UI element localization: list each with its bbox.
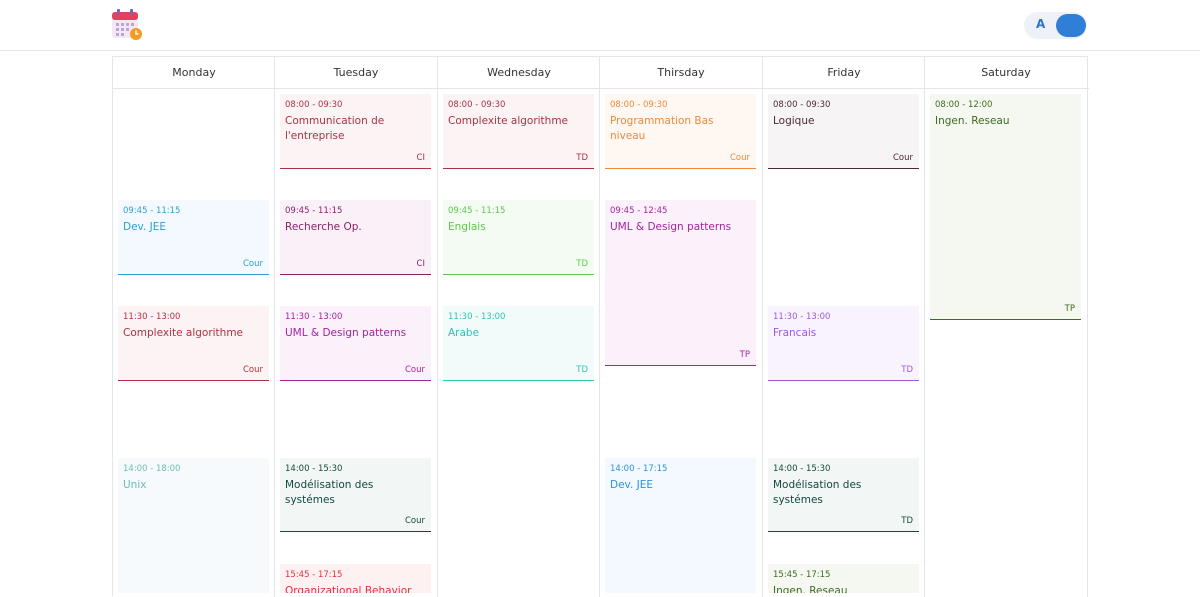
event-title: Ingen. Reseau bbox=[935, 115, 1010, 127]
language-toggle[interactable]: A bbox=[1024, 12, 1087, 39]
day-header: Monday bbox=[172, 66, 216, 79]
event-type-badge: TD bbox=[576, 364, 588, 375]
event-title: Programmation Bas niveau bbox=[610, 115, 714, 142]
event-time: 08:00 - 09:30 bbox=[285, 100, 343, 110]
event-time: 14:00 - 15:30 bbox=[773, 463, 831, 474]
event-title: Recherche Op. bbox=[285, 221, 362, 234]
event-type-badge: Cour bbox=[729, 152, 750, 163]
event-card[interactable]: 14:00 - 15:30 Modélisation des systémes Co… bbox=[280, 457, 431, 533]
event-card[interactable]: 08:00 - 09:30 Communication de l'entrepri… bbox=[280, 94, 431, 169]
event-time: 08:00 - 09:30 bbox=[610, 100, 668, 110]
event-time: 15:45 - 17:15 bbox=[285, 569, 343, 580]
event-type-badge: TP bbox=[1064, 304, 1075, 315]
event-type-badge: CI bbox=[416, 258, 425, 269]
event-title: Complexite algorithme bbox=[448, 115, 569, 127]
event-type-badge: TD bbox=[576, 152, 588, 163]
calendar-clock-logo-icon[interactable] bbox=[110, 9, 144, 41]
event-title: Modélisation des systémes bbox=[285, 478, 374, 506]
event-type-badge: Cour bbox=[242, 258, 263, 269]
event-card[interactable]: 11:30 - 13:00 Complexite algorithme Cour bbox=[118, 306, 269, 381]
event-card[interactable]: 08:00 - 12:00 Ingen. Reseau TP bbox=[930, 94, 1081, 321]
header-divider bbox=[113, 88, 1089, 89]
event-time: 08:00 - 12:00 bbox=[935, 100, 993, 110]
language-label: A bbox=[1036, 17, 1046, 31]
event-title: UML & Design patterns bbox=[285, 327, 407, 340]
column-separator bbox=[924, 57, 925, 597]
event-card[interactable]: 14:00 - 15:30 Modélisation des systémes TD bbox=[768, 457, 919, 533]
event-time: 14:00 - 15:30 bbox=[285, 463, 343, 474]
event-time: 09:45 - 12:45 bbox=[610, 206, 668, 217]
top-bar: A bbox=[0, 0, 1200, 51]
event-card[interactable]: 15:45 - 17:15 Ingen. Reseau bbox=[768, 563, 919, 593]
day-header: Friday bbox=[827, 66, 861, 79]
weekly-schedule-grid: Monday Tuesday Wednesday Thirsday Friday Satu… bbox=[112, 56, 1089, 597]
day-header: Wednesday bbox=[487, 66, 551, 79]
event-time: 08:00 - 09:30 bbox=[773, 100, 831, 110]
column-separator bbox=[274, 57, 275, 597]
event-title: Dev. JEE bbox=[610, 478, 653, 491]
toggle-knob bbox=[1056, 14, 1086, 37]
event-time: 09:45 - 11:15 bbox=[285, 206, 343, 217]
event-title: Organizational Behavior bbox=[285, 584, 412, 593]
event-card[interactable]: 08:00 - 09:30 Complexite algorithme TD bbox=[443, 94, 594, 169]
event-type-badge: TD bbox=[901, 516, 913, 527]
event-time: 14:00 - 17:15 bbox=[610, 463, 668, 474]
event-time: 15:45 - 17:15 bbox=[773, 569, 831, 580]
event-card[interactable]: 11:30 - 13:00 UML & Design patterns Cour bbox=[280, 306, 431, 381]
event-title: UML & Design patterns bbox=[610, 221, 732, 234]
event-title: Francais bbox=[773, 327, 817, 340]
event-title: Arabe bbox=[448, 327, 480, 340]
event-card[interactable]: 09:45 - 12:45 UML & Design patterns TP bbox=[605, 200, 756, 366]
event-type-badge: TP bbox=[739, 349, 750, 360]
event-card[interactable]: 15:45 - 17:15 Organizational Behavior bbox=[280, 563, 431, 593]
event-title: Communication de l'entreprise bbox=[285, 115, 385, 142]
event-time: 09:45 - 11:15 bbox=[448, 206, 506, 217]
event-title: Unix bbox=[123, 478, 147, 491]
column-separator bbox=[1087, 57, 1088, 597]
column-separator bbox=[762, 57, 763, 597]
event-card[interactable]: 09:45 - 11:15 Englais TD bbox=[443, 200, 594, 275]
event-time: 11:30 - 13:00 bbox=[123, 312, 181, 323]
event-type-badge: TD bbox=[576, 258, 588, 269]
event-title: Complexite algorithme bbox=[123, 327, 244, 340]
event-time: 08:00 - 09:30 bbox=[448, 100, 506, 110]
event-title: Ingen. Reseau bbox=[773, 584, 848, 593]
event-title: Englais bbox=[448, 221, 486, 234]
column-separator bbox=[437, 57, 438, 597]
event-type-badge: CI bbox=[416, 152, 425, 163]
column-separator bbox=[599, 57, 600, 597]
event-card[interactable]: 11:30 - 13:00 Arabe TD bbox=[443, 306, 594, 381]
event-type-badge: Cour bbox=[404, 364, 425, 375]
event-time: 09:45 - 11:15 bbox=[123, 206, 181, 217]
event-type-badge: Cour bbox=[892, 152, 913, 163]
event-type-badge: TD bbox=[901, 364, 913, 375]
event-card[interactable]: 14:00 - 17:15 Dev. JEE bbox=[605, 457, 756, 593]
event-card[interactable]: 11:30 - 13:00 Francais TD bbox=[768, 306, 919, 381]
event-card[interactable]: 08:00 - 09:30 Logique Cour bbox=[768, 94, 919, 169]
event-time: 11:30 - 13:00 bbox=[773, 312, 831, 323]
event-title: Logique bbox=[773, 115, 815, 127]
event-card[interactable]: 09:45 - 11:15 Dev. JEE Cour bbox=[118, 200, 269, 275]
event-card[interactable]: 09:45 - 11:15 Recherche Op. CI bbox=[280, 200, 431, 275]
event-time: 14:00 - 18:00 bbox=[123, 463, 181, 474]
event-type-badge: Cour bbox=[242, 364, 263, 375]
day-header: Saturday bbox=[981, 66, 1031, 79]
event-time: 11:30 - 13:00 bbox=[285, 312, 343, 323]
event-time: 11:30 - 13:00 bbox=[448, 312, 506, 323]
event-card[interactable]: 14:00 - 18:00 Unix bbox=[118, 457, 269, 593]
event-card[interactable]: 08:00 - 09:30 Programmation Bas niveau Cou… bbox=[605, 94, 756, 169]
event-title: Modélisation des systémes bbox=[773, 478, 862, 506]
day-header: Tuesday bbox=[333, 66, 379, 79]
day-header: Thirsday bbox=[657, 66, 705, 79]
event-type-badge: Cour bbox=[404, 516, 425, 527]
event-title: Dev. JEE bbox=[123, 221, 166, 234]
